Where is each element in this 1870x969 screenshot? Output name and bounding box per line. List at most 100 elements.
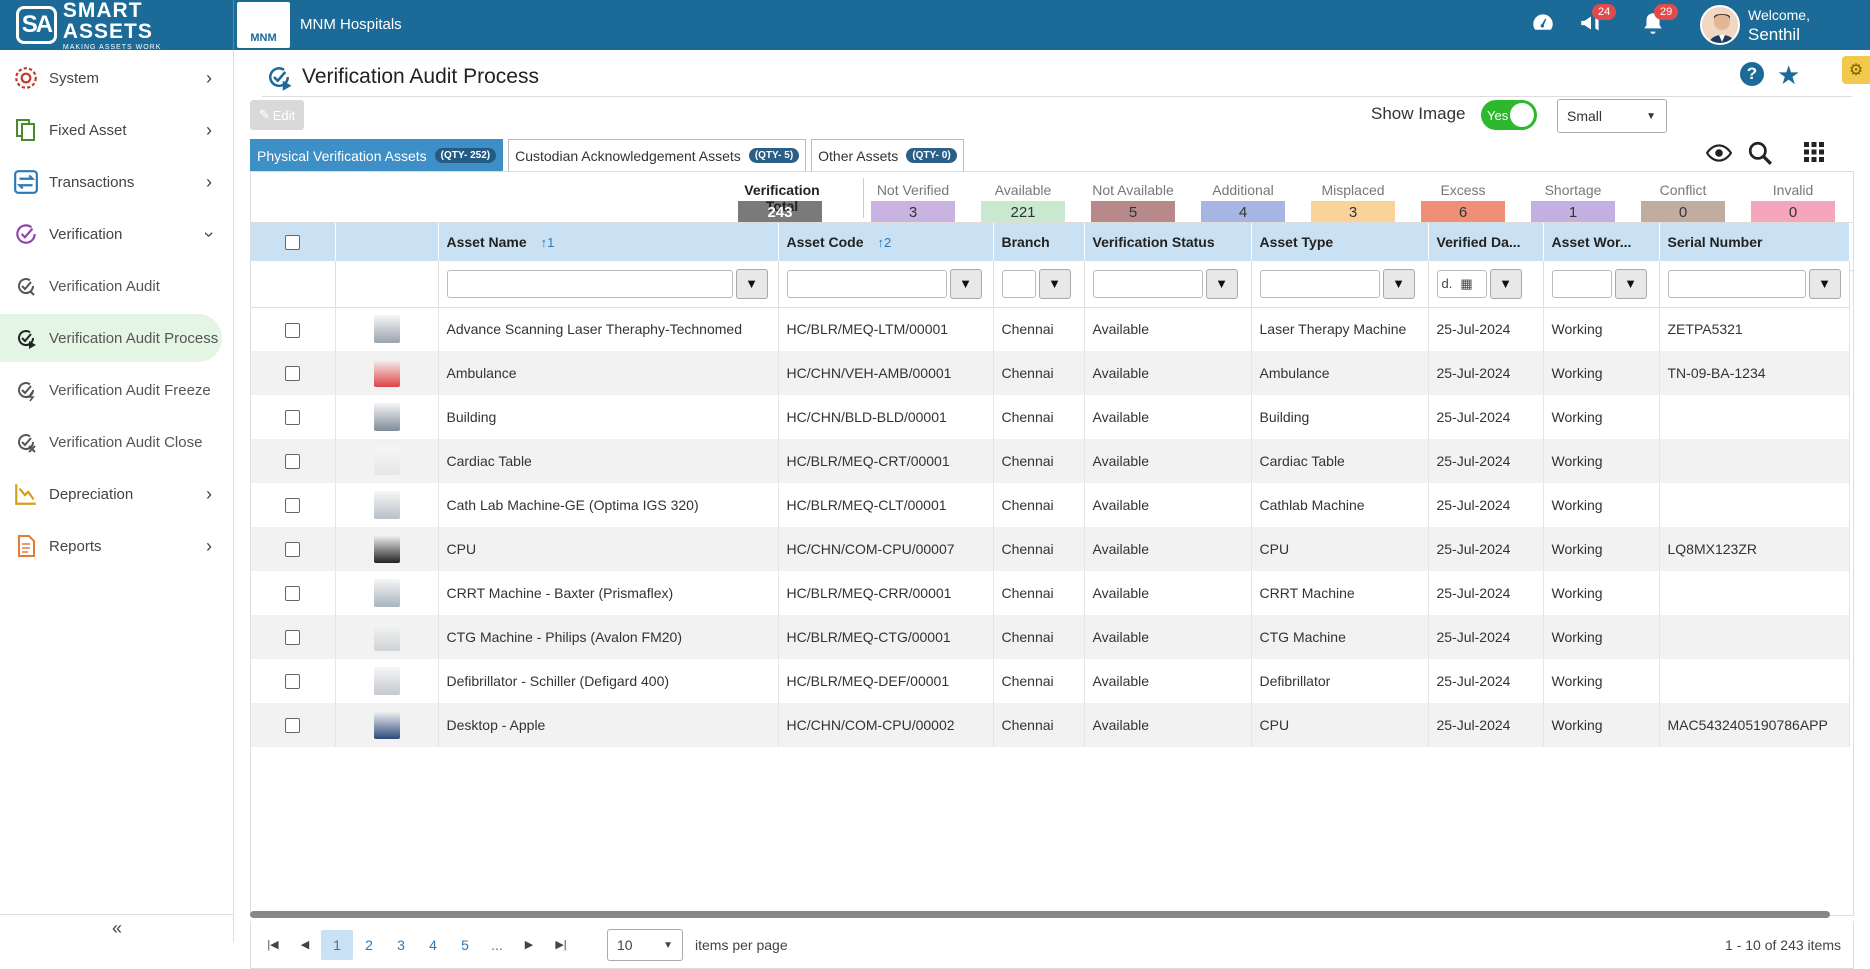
- welcome-text[interactable]: Welcome, Senthil: [1748, 6, 1810, 44]
- row-checkbox[interactable]: [285, 586, 301, 602]
- first-page-icon[interactable]: |◀: [257, 930, 289, 960]
- table-row[interactable]: Ambulance HC/CHN/VEH-AMB/00001 Chennai Avai…: [251, 351, 1850, 395]
- user-avatar[interactable]: [1700, 5, 1740, 45]
- column-header-branch[interactable]: Branch: [993, 223, 1085, 261]
- select-all-checkbox[interactable]: [285, 235, 301, 251]
- tab-other-assets[interactable]: Other Assets (QTY- 0): [811, 139, 964, 171]
- row-checkbox[interactable]: [285, 454, 301, 470]
- page-5[interactable]: 5: [449, 930, 481, 960]
- filter-icon[interactable]: ▼: [1038, 268, 1071, 299]
- column-header-verification-status[interactable]: Verification Status: [1084, 223, 1252, 261]
- show-image-toggle[interactable]: Yes: [1481, 100, 1537, 130]
- stat-additional[interactable]: Additional 4: [1193, 182, 1293, 224]
- asset-type-filter-input[interactable]: [1259, 269, 1380, 298]
- row-checkbox[interactable]: [285, 410, 301, 426]
- serial-filter-input[interactable]: [1667, 269, 1806, 298]
- announcement-icon[interactable]: 24: [1578, 4, 1617, 40]
- asset-thumbnail[interactable]: [373, 403, 400, 431]
- help-icon[interactable]: ?: [1740, 62, 1764, 86]
- image-size-select[interactable]: Small ▼: [1557, 99, 1667, 133]
- search-icon[interactable]: [1747, 140, 1773, 172]
- sidebar-item-verification-audit-process[interactable]: Verification Audit Process: [0, 314, 222, 362]
- filter-icon[interactable]: ▼: [1489, 268, 1522, 299]
- filter-icon[interactable]: ▼: [735, 268, 768, 299]
- column-header-serial-number[interactable]: Serial Number: [1659, 223, 1850, 261]
- table-row[interactable]: Cardiac Table HC/BLR/MEQ-CRT/00001 Chennai…: [251, 439, 1850, 483]
- status-filter-input[interactable]: [1092, 269, 1203, 298]
- page-4[interactable]: 4: [417, 930, 449, 960]
- prev-page-icon[interactable]: ◀: [289, 930, 321, 960]
- filter-icon[interactable]: ▼: [949, 268, 982, 299]
- asset-code-filter-input[interactable]: [786, 269, 947, 298]
- row-checkbox[interactable]: [285, 630, 301, 646]
- smart-assets-logo[interactable]: SA SMART ASSETS MAKING ASSETS WORK: [16, 0, 216, 51]
- column-header-asset-type[interactable]: Asset Type: [1251, 223, 1429, 261]
- stat-excess[interactable]: Excess 6: [1413, 182, 1513, 224]
- tab-custodian-acknowledgement[interactable]: Custodian Acknowledgement Assets (QTY- 5…: [508, 139, 807, 171]
- stat-available[interactable]: Available 221: [973, 182, 1073, 224]
- row-checkbox[interactable]: [285, 366, 301, 382]
- eye-icon[interactable]: [1705, 140, 1733, 172]
- row-checkbox[interactable]: [285, 322, 301, 338]
- sidebar-item-fixed-asset[interactable]: Fixed Asset ›: [0, 106, 234, 154]
- asset-thumbnail[interactable]: [373, 711, 400, 739]
- column-header-asset-code[interactable]: Asset Code ↑2: [778, 223, 994, 261]
- table-row[interactable]: CPU HC/CHN/COM-CPU/00007 Chennai Available C…: [251, 527, 1850, 571]
- sidebar-item-reports[interactable]: Reports ›: [0, 522, 234, 570]
- sidebar-item-verification-audit-close[interactable]: Verification Audit Close: [0, 418, 234, 466]
- table-row[interactable]: Advance Scanning Laser Theraphy-Technome…: [251, 307, 1850, 351]
- sidebar-item-verification-audit-freeze[interactable]: Verification Audit Freeze: [0, 366, 234, 414]
- asset-thumbnail[interactable]: [373, 491, 400, 519]
- table-row[interactable]: Defibrillator - Schiller (Defigard 400) H…: [251, 659, 1850, 703]
- sidebar-item-system[interactable]: System ›: [0, 54, 234, 102]
- dashboard-icon[interactable]: [1530, 10, 1560, 40]
- filter-icon[interactable]: ▼: [1614, 268, 1647, 299]
- filter-icon[interactable]: ▼: [1382, 268, 1415, 299]
- asset-working-filter-input[interactable]: [1551, 269, 1612, 298]
- column-header-asset-name[interactable]: Asset Name ↑1: [438, 223, 779, 261]
- stat-verification-total[interactable]: Verification Total 243: [733, 182, 831, 224]
- asset-thumbnail[interactable]: [373, 579, 400, 607]
- sidebar-collapse-button[interactable]: «: [0, 914, 234, 942]
- favorite-star-icon[interactable]: ★: [1777, 60, 1800, 91]
- table-row[interactable]: CRRT Machine - Baxter (Prismaflex) HC/BLR…: [251, 571, 1850, 615]
- asset-thumbnail[interactable]: [373, 447, 400, 475]
- column-header-verified-date[interactable]: Verified Da...: [1428, 223, 1544, 261]
- row-checkbox[interactable]: [285, 674, 301, 690]
- filter-icon[interactable]: ▼: [1205, 268, 1238, 299]
- page-more[interactable]: ...: [481, 930, 513, 960]
- last-page-icon[interactable]: ▶|: [545, 930, 577, 960]
- row-checkbox[interactable]: [285, 498, 301, 514]
- asset-thumbnail[interactable]: [373, 667, 400, 695]
- stat-not-verified[interactable]: Not Verified 3: [863, 182, 963, 224]
- asset-name-filter-input[interactable]: [446, 269, 733, 298]
- asset-thumbnail[interactable]: [373, 315, 400, 344]
- column-header-asset-working[interactable]: Asset Wor...: [1543, 223, 1660, 261]
- asset-thumbnail[interactable]: [373, 535, 400, 563]
- edit-button[interactable]: ✎ Edit: [250, 100, 304, 130]
- page-2[interactable]: 2: [353, 930, 385, 960]
- items-per-page-select[interactable]: 10 ▼: [607, 928, 683, 961]
- page-1[interactable]: 1: [321, 929, 353, 960]
- tab-physical-verification[interactable]: Physical Verification Assets (QTY- 252): [250, 139, 504, 171]
- grid-menu-icon[interactable]: [1802, 140, 1826, 170]
- asset-thumbnail[interactable]: [373, 359, 400, 387]
- next-page-icon[interactable]: ▶: [513, 930, 545, 960]
- calendar-icon[interactable]: ▦: [1460, 276, 1472, 291]
- horizontal-scrollbar[interactable]: [250, 911, 1830, 918]
- verified-date-filter-input[interactable]: d. ▦: [1436, 269, 1487, 298]
- bell-icon[interactable]: 29: [1640, 4, 1679, 40]
- table-row[interactable]: Building HC/CHN/BLD-BLD/00001 Chennai Avail…: [251, 395, 1850, 439]
- sidebar-item-depreciation[interactable]: Depreciation ›: [0, 470, 234, 518]
- stat-shortage[interactable]: Shortage 1: [1523, 182, 1623, 224]
- stat-not-available[interactable]: Not Available 5: [1083, 182, 1183, 224]
- sidebar-item-verification[interactable]: Verification ›: [0, 210, 234, 258]
- row-checkbox[interactable]: [285, 542, 301, 558]
- table-row[interactable]: Cath Lab Machine-GE (Optima IGS 320) HC/B…: [251, 483, 1850, 527]
- asset-thumbnail[interactable]: [373, 623, 400, 651]
- row-checkbox[interactable]: [285, 718, 301, 734]
- stat-misplaced[interactable]: Misplaced 3: [1303, 182, 1403, 224]
- sidebar-item-transactions[interactable]: Transactions ›: [0, 158, 234, 206]
- table-row[interactable]: CTG Machine - Philips (Avalon FM20) HC/BL…: [251, 615, 1850, 659]
- settings-gear-icon[interactable]: ⚙: [1842, 56, 1870, 84]
